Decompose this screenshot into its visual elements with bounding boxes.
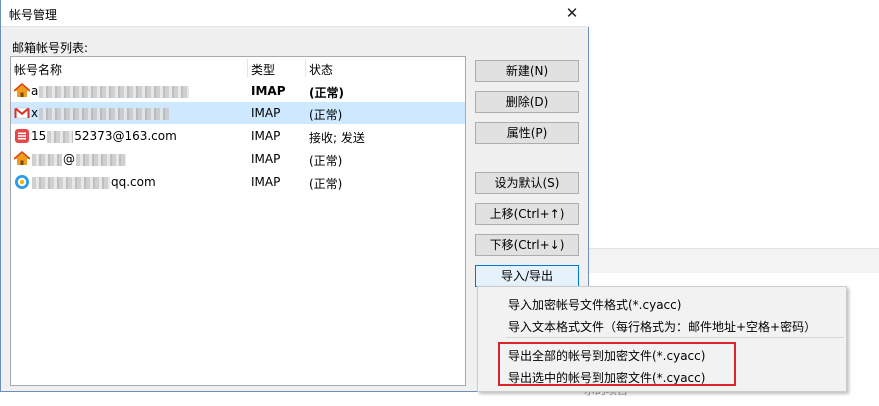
account-type: IMAP <box>251 152 281 166</box>
qq-mail-icon <box>15 175 29 189</box>
account-type: IMAP <box>251 129 281 143</box>
account-name: qq.com <box>31 175 156 189</box>
account-name: x <box>31 106 170 120</box>
set-default-button[interactable]: 设为默认(S) <box>475 172 579 194</box>
column-separator <box>247 59 248 77</box>
account-row-selected[interactable]: x IMAP (正常) <box>11 102 465 124</box>
account-state: (正常) <box>309 108 343 122</box>
menu-separator <box>506 337 844 338</box>
column-header-name[interactable]: 帐号名称 <box>14 61 62 78</box>
list-caption: 邮箱帐号列表: <box>12 41 89 55</box>
account-row[interactable]: 15 52373@163.com IMAP 接收; 发送 <box>11 125 465 147</box>
account-list[interactable]: 帐号名称 类型 状态 a IMAP (正常) x IMAP (正常) 15 52… <box>10 56 466 386</box>
account-state: (正常) <box>309 86 344 100</box>
close-button[interactable]: ✕ <box>557 2 587 24</box>
account-row[interactable]: qq.com IMAP (正常) <box>11 171 465 193</box>
netease-163-icon <box>15 129 29 143</box>
dialog-title: 帐号管理 <box>9 8 58 22</box>
account-type: IMAP <box>251 106 281 120</box>
account-type: IMAP <box>251 84 286 98</box>
list-header: 帐号名称 类型 状态 <box>11 57 465 79</box>
gmail-icon <box>14 107 30 119</box>
account-state: (正常) <box>309 154 343 168</box>
house-icon <box>14 151 30 165</box>
title-bar: 帐号管理 ✕ <box>1 0 589 27</box>
menu-item-import-text[interactable]: 导入文本格式文件（每行格式为：邮件地址+空格+密码） <box>508 318 816 335</box>
account-state: 接收; 发送 <box>309 131 365 145</box>
delete-button[interactable]: 删除(D) <box>475 91 579 113</box>
move-down-button[interactable]: 下移(Ctrl+↓) <box>475 234 579 256</box>
house-icon <box>14 83 30 97</box>
background-panel <box>588 249 879 273</box>
column-header-state[interactable]: 状态 <box>309 61 333 78</box>
account-name: @ <box>31 152 127 166</box>
account-state: (正常) <box>309 177 343 191</box>
menu-item-import-encrypted[interactable]: 导入加密帐号文件格式(*.cyacc) <box>508 296 681 313</box>
close-icon: ✕ <box>565 4 579 22</box>
new-button[interactable]: 新建(N) <box>475 60 579 82</box>
account-type: IMAP <box>251 175 281 189</box>
properties-button[interactable]: 属性(P) <box>475 122 579 144</box>
move-up-button[interactable]: 上移(Ctrl+↑) <box>475 203 579 225</box>
column-header-type[interactable]: 类型 <box>251 61 275 78</box>
import-export-button[interactable]: 导入/导出 <box>475 265 579 287</box>
import-export-menu: 导入加密帐号文件格式(*.cyacc) 导入文本格式文件（每行格式为：邮件地址+… <box>477 286 847 392</box>
account-name: a <box>31 84 190 98</box>
account-row[interactable]: @ IMAP (正常) <box>11 148 465 170</box>
account-name: 15 52373@163.com <box>31 129 177 143</box>
highlight-annotation-box <box>498 342 736 386</box>
account-row[interactable]: a IMAP (正常) <box>11 80 465 102</box>
column-separator <box>305 59 306 77</box>
